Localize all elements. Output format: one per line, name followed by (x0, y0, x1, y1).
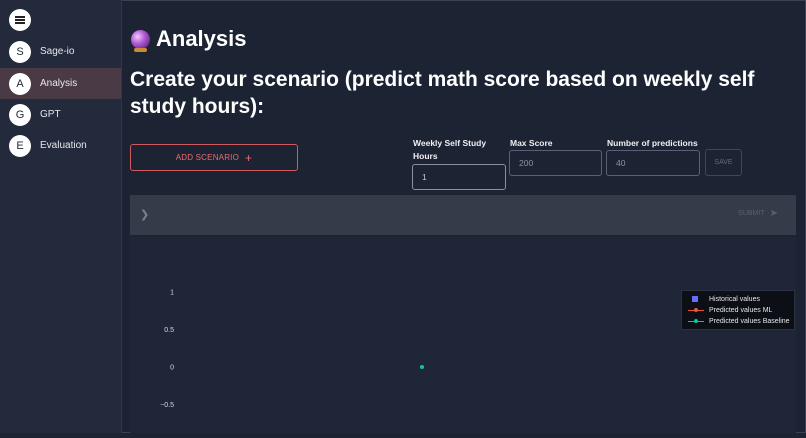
sidebar-item-avatar: A (9, 72, 31, 95)
plus-icon: + (245, 150, 253, 165)
sidebar-item-label: Sage-io (40, 46, 75, 57)
submit-label: SUBMIT (738, 210, 765, 217)
scenario-headline: Create your scenario (predict math score… (130, 68, 755, 118)
sidebar: S Sage-io A Analysis G GPT E Evaluation (0, 0, 122, 433)
legend-swatch-historical (688, 295, 704, 303)
hamburger-menu-icon[interactable] (9, 9, 31, 31)
scenario-panel: ❯ SUBMIT ➤ (130, 195, 796, 235)
page-title-text: Analysis (156, 26, 247, 51)
crystal-ball-icon (131, 29, 150, 52)
legend-label-historical: Historical values (709, 295, 760, 303)
sidebar-item-avatar: E (9, 134, 31, 157)
legend-label-baseline: Predicted values Baseline (709, 317, 790, 325)
main-content: Analysis Create your scenario (predict m… (122, 0, 805, 433)
legend-label-ml: Predicted values ML (709, 306, 773, 314)
max-score-input[interactable]: 200 (509, 150, 602, 176)
send-icon: ➤ (769, 208, 778, 219)
predictions-input[interactable]: 40 (606, 150, 700, 176)
submit-button[interactable]: SUBMIT ➤ (738, 208, 778, 219)
chart-legend: Historical values Predicted values ML Pr… (681, 290, 795, 330)
sidebar-item-label: Evaluation (40, 140, 87, 151)
hours-input[interactable]: 1 (412, 164, 506, 190)
predictions-label: Number of predictions (607, 138, 698, 148)
sidebar-item-avatar: S (9, 40, 31, 63)
y-tick-label: 1 (170, 290, 174, 297)
legend-item-baseline[interactable]: Predicted values Baseline (688, 316, 790, 326)
baseline-point[interactable] (420, 365, 424, 369)
add-scenario-label: ADD SCENARIO (175, 153, 240, 162)
y-tick-label: −0.5 (160, 402, 174, 409)
add-scenario-button[interactable]: ADD SCENARIO + (130, 144, 298, 171)
page-title: Analysis (131, 24, 247, 54)
legend-swatch-ml (688, 306, 704, 314)
y-tick-label: 0 (170, 365, 174, 372)
sidebar-item-sage-io[interactable]: S Sage-io (0, 36, 121, 67)
legend-item-historical[interactable]: Historical values (688, 294, 760, 304)
hours-label: Weekly Self Study Hours (413, 138, 487, 161)
legend-swatch-baseline (688, 317, 704, 325)
sidebar-item-gpt[interactable]: G GPT (0, 99, 121, 130)
sidebar-item-label: GPT (40, 109, 61, 120)
sidebar-item-evaluation[interactable]: E Evaluation (0, 130, 121, 161)
sidebar-item-avatar: G (9, 103, 31, 126)
legend-item-ml[interactable]: Predicted values ML (688, 305, 772, 315)
max-score-label: Max Score (510, 138, 553, 148)
sidebar-item-label: Analysis (40, 78, 78, 89)
chevron-right-icon[interactable]: ❯ (140, 208, 149, 221)
prediction-chart[interactable]: 1 0.5 0 −0.5 Historical values Predicted va… (130, 237, 796, 433)
chart-plot: 1 0.5 0 −0.5 (160, 290, 424, 409)
save-button[interactable]: SAVE (705, 149, 742, 176)
y-tick-label: 0.5 (164, 327, 174, 334)
sidebar-item-analysis[interactable]: A Analysis (0, 68, 121, 99)
